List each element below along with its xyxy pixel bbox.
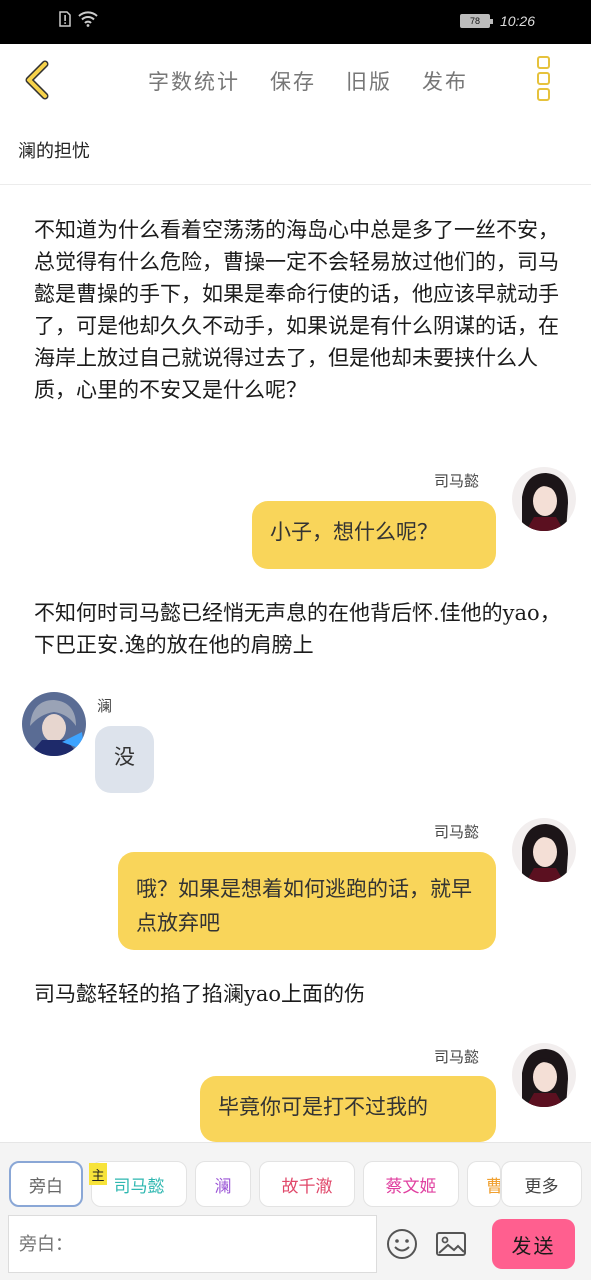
role-chip-lan[interactable]: 澜 [195, 1161, 251, 1207]
chat-bubble[interactable]: 没 [95, 726, 154, 793]
menu-dot-icon [536, 56, 550, 69]
sim-alert-icon [59, 11, 71, 27]
composer-panel: 旁白 司马懿 主 澜 故千澈 蔡文姬 曹 更多 发送 [0, 1142, 591, 1280]
emoji-button[interactable] [385, 1227, 419, 1261]
status-icons-right: 78 10:26 [459, 13, 535, 29]
avatar-lan[interactable] [22, 692, 86, 756]
save-button[interactable]: 保存 [270, 66, 316, 96]
more-menu-button[interactable] [532, 56, 554, 106]
avatar-simayi[interactable] [512, 467, 576, 531]
host-badge: 主 [89, 1163, 107, 1185]
more-roles-button[interactable]: 更多 [501, 1161, 582, 1207]
publish-button[interactable]: 发布 [422, 66, 468, 96]
chat-bubble[interactable]: 小子，想什么呢？ [252, 501, 496, 569]
narration-block[interactable]: 不知道为什么看着空荡荡的海岛心中总是多了一丝不安，总觉得有什么危险，曹操一定不会… [34, 214, 564, 406]
send-button[interactable]: 发送 [492, 1219, 575, 1269]
image-icon [436, 1232, 466, 1256]
speaker-name: 司马懿 [434, 1048, 480, 1066]
image-button[interactable] [434, 1227, 468, 1261]
divider [0, 184, 591, 185]
menu-dot-icon [536, 88, 550, 101]
message-input[interactable] [8, 1215, 377, 1273]
chapter-title[interactable]: 澜的担忧 [18, 137, 90, 163]
wifi-icon [78, 11, 98, 27]
menu-dot-icon [536, 72, 550, 85]
smiley-icon [387, 1229, 417, 1259]
editor-toolbar: 字数统计 保存 旧版 发布 [0, 44, 591, 118]
role-chip-guqianche[interactable]: 故千澈 [259, 1161, 355, 1207]
character-portrait-icon [512, 818, 576, 882]
speaker-name: 澜 [97, 697, 113, 715]
clock: 10:26 [499, 13, 535, 29]
word-count-button[interactable]: 字数统计 [148, 66, 240, 96]
toolbar-actions: 字数统计 保存 旧版 发布 [148, 66, 468, 96]
avatar-simayi[interactable] [512, 818, 576, 882]
old-version-button[interactable]: 旧版 [346, 66, 392, 96]
chat-bubble[interactable]: 毕竟你可是打不过我的 [200, 1076, 496, 1142]
narration-block[interactable]: 司马懿轻轻的掐了掐澜yao上面的伤 [34, 978, 564, 1010]
chat-bubble[interactable]: 哦？如果是想着如何逃跑的话，就早点放弃吧 [118, 852, 496, 950]
back-button[interactable] [18, 56, 62, 104]
role-chip-caiwenji[interactable]: 蔡文姬 [363, 1161, 459, 1207]
chevron-left-icon [25, 60, 49, 100]
speaker-name: 司马懿 [434, 472, 480, 490]
narration-block[interactable]: 不知何时司马懿已经悄无声息的在他背后怀.佳他的yao，下巴正安.逸的放在他的肩膀… [34, 597, 564, 661]
character-portrait-icon [22, 692, 86, 756]
status-bar: 78 10:26 [0, 0, 591, 44]
avatar-simayi[interactable] [512, 1043, 576, 1107]
role-chip-cao[interactable]: 曹 [467, 1161, 501, 1207]
speaker-name: 司马懿 [434, 823, 480, 841]
status-icons-left [58, 11, 98, 27]
role-chip-narrator[interactable]: 旁白 [9, 1161, 83, 1207]
character-portrait-icon [512, 467, 576, 531]
battery-icon: 78 [459, 14, 493, 28]
character-portrait-icon [512, 1043, 576, 1107]
